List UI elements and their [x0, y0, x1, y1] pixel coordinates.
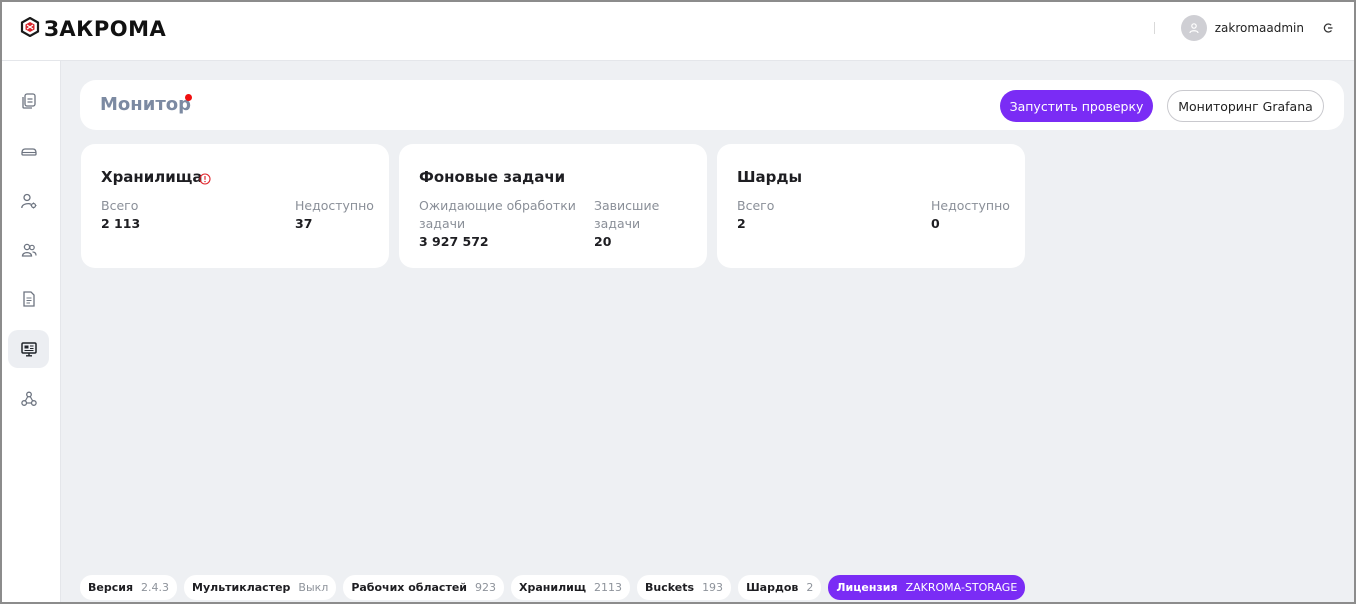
page-header: Монитор Запустить проверку Мониторинг Gr…: [80, 80, 1344, 130]
chip-label: Шардов: [746, 581, 799, 594]
jobs-stuck: Зависшие задачи 20: [594, 197, 684, 250]
chip-value: Выкл: [298, 581, 329, 594]
sidebar-item-users[interactable]: [8, 231, 49, 269]
sidebar-item-cluster[interactable]: [8, 380, 49, 418]
grafana-button[interactable]: Мониторинг Grafana: [1167, 90, 1324, 122]
chip-value: 2: [806, 581, 814, 594]
stat-value: 37: [295, 216, 313, 231]
top-bar: ЗАКРОМА zakromaadmin: [0, 0, 1356, 61]
chip-label: Рабочих областей: [351, 581, 468, 594]
documents-icon: [21, 93, 36, 109]
avatar[interactable]: [1180, 15, 1207, 41]
sidebar-item-user-settings[interactable]: [8, 182, 49, 220]
chip-label: Мультикластер: [192, 581, 291, 594]
shards-chip: Шардов 2: [738, 575, 822, 600]
shards-total: Всего 2: [737, 197, 774, 232]
sidebar-item-documents[interactable]: [8, 82, 49, 120]
stat-value: 2 113: [101, 216, 141, 231]
header-divider: [1153, 22, 1155, 34]
stat-label: Всего: [101, 198, 139, 213]
logout-icon[interactable]: [1322, 22, 1334, 34]
version-chip: Версия 2.4.3: [80, 575, 178, 600]
stat-value: 0: [931, 216, 940, 231]
page-title: Монитор: [100, 94, 192, 115]
stat-label: Зависшие задачи: [594, 198, 660, 231]
shards-unavailable: Недоступно 0: [931, 197, 1010, 232]
sidebar-item-drives[interactable]: [8, 133, 49, 171]
user-area: zakromaadmin: [1153, 15, 1334, 41]
jobs-card-title: Фоновые задачи: [419, 168, 566, 186]
user-icon: [1189, 23, 1199, 34]
main-content: Монитор Запустить проверку Мониторинг Gr…: [61, 61, 1356, 604]
storages-chip: Хранилищ 2113: [511, 575, 631, 600]
cluster-icon: [20, 391, 37, 406]
stat-value: 20: [594, 234, 612, 249]
stat-label: Всего: [737, 198, 775, 213]
stat-label: Ожидающие обработки задачи: [419, 198, 576, 231]
chip-label: Buckets: [645, 581, 695, 594]
shards-card-title: Шарды: [737, 168, 803, 186]
username[interactable]: zakromaadmin: [1215, 21, 1304, 35]
chip-value: 193: [702, 581, 724, 594]
license-chip: Лицензия ZAKROMA-STORAGE: [828, 575, 1026, 600]
jobs-pending: Ожидающие обработки задачи 3 927 572: [419, 197, 579, 250]
logo[interactable]: ЗАКРОМА: [20, 16, 167, 41]
file-icon: [22, 291, 35, 307]
drive-icon: [20, 148, 37, 156]
sidebar-item-files[interactable]: [8, 280, 49, 318]
user-settings-icon: [20, 193, 36, 209]
sidebar: [0, 61, 61, 604]
multicluster-chip: Мультикластер Выкл: [184, 575, 337, 600]
logo-text: ЗАКРОМА: [44, 17, 167, 41]
stat-label: Недоступно: [931, 198, 1010, 213]
chip-value: ZAKROMA-STORAGE: [905, 581, 1018, 594]
sidebar-item-monitor[interactable]: [8, 330, 49, 368]
info-icon[interactable]: [199, 170, 211, 189]
stat-value: 3 927 572: [419, 234, 489, 249]
chip-label: Лицензия: [836, 581, 898, 594]
storages-card-title: Хранилища: [101, 168, 203, 186]
status-footer: Версия 2.4.3 Мультикластер Выкл Рабочих …: [80, 575, 1026, 600]
monitor-icon: [20, 342, 37, 357]
stat-label: Недоступно: [295, 198, 374, 213]
logo-icon: [20, 16, 40, 41]
jobs-card: Фоновые задачи Ожидающие обработки задач…: [399, 144, 707, 268]
storages-unavailable: Недоступно 37: [295, 197, 374, 232]
chip-value: 2.4.3: [141, 581, 170, 594]
buckets-chip: Buckets 193: [637, 575, 732, 600]
storages-card: Хранилища Всего 2 113 Недоступно 37: [81, 144, 389, 268]
shards-card: Шарды Всего 2 Недоступно 0: [717, 144, 1025, 268]
storages-total: Всего 2 113: [101, 197, 140, 232]
users-icon: [21, 243, 37, 257]
chip-value: 923: [475, 581, 497, 594]
chip-label: Хранилищ: [519, 581, 587, 594]
chip-label: Версия: [88, 581, 134, 594]
chip-value: 2113: [594, 581, 623, 594]
stat-value: 2: [737, 216, 746, 231]
workspaces-chip: Рабочих областей 923: [343, 575, 505, 600]
run-check-button[interactable]: Запустить проверку: [1000, 90, 1153, 122]
alert-indicator: [185, 94, 192, 101]
